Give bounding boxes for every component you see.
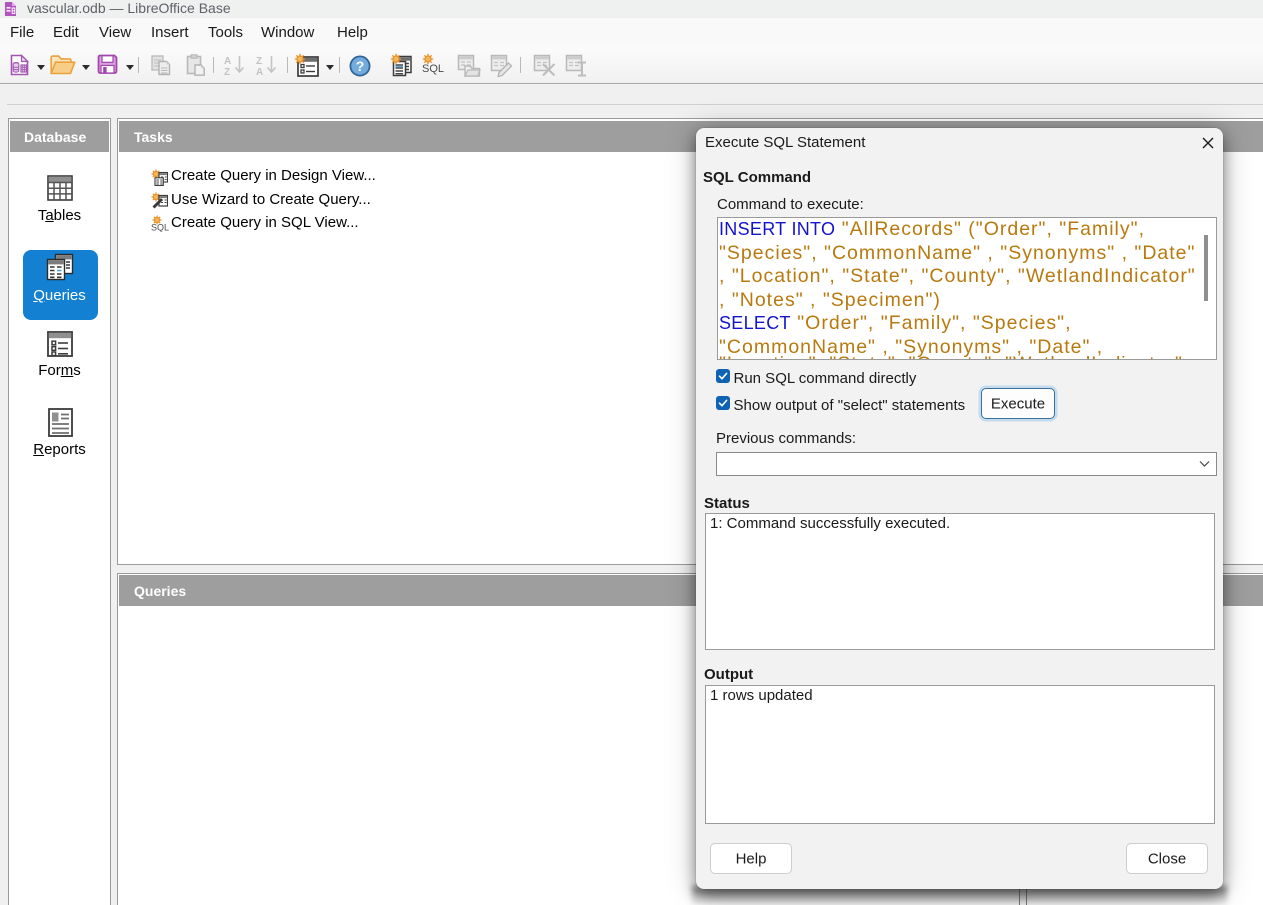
svg-text:?: ? [356, 58, 365, 74]
svg-text:A: A [256, 67, 263, 76]
svg-text:SQL: SQL [422, 63, 444, 75]
svg-text:Z: Z [224, 67, 230, 76]
svg-text:A: A [224, 56, 231, 67]
svg-text:Z: Z [256, 56, 262, 67]
svg-text:SQL: SQL [151, 223, 169, 233]
